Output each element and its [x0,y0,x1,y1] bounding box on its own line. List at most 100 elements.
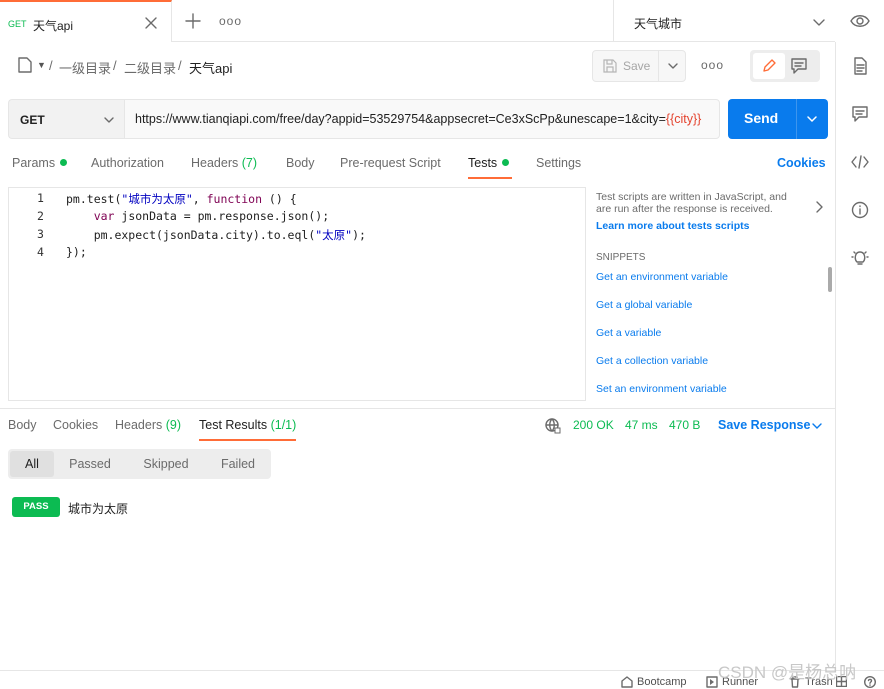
tab-prerequest[interactable]: Pre-request Script [340,156,441,170]
url-text: https://www.tianqiapi.com/free/day?appid… [135,112,666,126]
resp-tab-headers[interactable]: Headers (9) [115,418,181,432]
pane-divider[interactable] [0,408,835,409]
code-line: pm.test("城市为太原", function () { [66,191,297,207]
filter-failed[interactable]: Failed [212,449,264,479]
code-token: "太原" [315,228,353,242]
runner-icon [706,676,718,688]
breadcrumb-current[interactable]: 天气api [189,58,232,77]
code-token: ); [352,228,366,242]
status-code[interactable]: 200 OK [573,418,614,432]
snippets-description: Test scripts are written in JavaScript, … [596,191,787,215]
snippet-link[interactable]: Set an environment variable [596,383,727,395]
filter-all[interactable]: All [10,451,54,477]
watermark: CSDN @是杨总呐 [718,663,857,682]
chevron-down-icon[interactable] [667,60,679,72]
tab-params[interactable]: Params [12,156,68,170]
comment-icon[interactable] [851,105,869,123]
close-icon[interactable] [144,16,158,30]
chevron-down-icon [813,19,825,26]
code-token: , [192,192,207,206]
chevron-down-icon[interactable] [806,113,818,125]
code-token: () { [262,192,297,206]
status-dot [502,159,510,166]
info-icon[interactable] [851,201,869,219]
url-input[interactable]: https://www.tianqiapi.com/free/day?appid… [124,99,720,139]
breadcrumb-separator: / [178,58,182,73]
right-sidebar [835,42,884,670]
resp-tab-test-results-count: (1/1) [270,418,297,432]
scrollbar[interactable] [828,267,832,292]
filter-skipped[interactable]: Skipped [134,449,198,479]
line-number: 3 [37,227,44,241]
request-tab-method: GET [8,19,27,29]
snippet-link[interactable]: Get an environment variable [596,271,728,283]
tab-headers[interactable]: Headers (7) [191,156,257,170]
document-icon[interactable] [851,57,869,75]
code-line: }); [66,245,87,259]
save-icon [603,59,617,73]
test-result-name: 城市为太原 [68,502,129,516]
help-icon[interactable] [864,676,876,688]
snippet-link[interactable]: Get a collection variable [596,355,708,367]
plus-icon[interactable] [184,12,202,30]
code-token: "城市为太原" [121,192,193,206]
resp-tab-headers-count: (9) [165,418,182,432]
lightbulb-icon[interactable] [851,249,869,267]
edit-mode-button[interactable] [753,53,785,79]
tab-authorization[interactable]: Authorization [91,156,164,170]
url-variable: {{city}} [665,112,702,126]
filter-passed[interactable]: Passed [60,449,120,479]
method-value: GET [20,113,45,127]
save-response-button[interactable]: Save Response [718,418,810,432]
chevron-down-icon[interactable] [811,420,823,432]
environment-name: 天气城市 [634,17,683,31]
resp-tab-headers-label: Headers [115,418,163,432]
code-token: jsonData = pm.response.json(); [114,209,330,223]
breadcrumb-level1[interactable]: 一级目录 [59,58,111,77]
snippet-link[interactable]: Get a variable [596,327,661,339]
learn-more-link[interactable]: Learn more about tests scripts [596,220,749,232]
resp-tab-test-results[interactable]: Test Results (1/1) [199,418,296,432]
send-button[interactable]: Send [728,99,828,139]
caret-down-icon[interactable]: ▼ [37,60,46,70]
test-filter-group: All Passed Skipped Failed [8,449,271,479]
request-tab[interactable]: GET 天气api [0,0,172,42]
resp-tab-body[interactable]: Body [8,418,37,432]
breadcrumb-separator: / [49,58,53,73]
code-token: pm.expect(jsonData.city).to.eql( [66,228,316,242]
breadcrumb-separator: / [113,58,117,73]
snippets-heading: SNIPPETS [596,252,646,263]
more-actions-button[interactable]: ooo [701,58,724,72]
code-token: function [206,192,262,206]
tab-headers-label: Headers [191,156,239,170]
chevron-right-icon[interactable] [813,200,825,214]
comment-mode-icon[interactable] [789,56,809,76]
chevron-down-icon [104,117,114,123]
response-time[interactable]: 47 ms [625,418,658,432]
send-label: Send [744,110,779,126]
breadcrumb-level2[interactable]: 二级目录 [124,58,176,77]
globe-lock-icon[interactable] [545,418,561,434]
eye-icon[interactable] [850,13,870,29]
save-button[interactable]: Save [593,51,659,81]
environment-select[interactable]: 天气城市 [613,0,835,42]
code-token: pm.test( [66,192,122,206]
snippet-link[interactable]: Get a global variable [596,299,692,311]
tab-body[interactable]: Body [286,156,315,170]
resp-tab-cookies[interactable]: Cookies [53,418,98,432]
status-dot [60,159,68,166]
method-select[interactable]: GET [8,99,124,139]
footer-bootcamp[interactable]: Bootcamp [637,676,687,688]
tab-tests[interactable]: Tests [468,156,510,170]
cookies-link[interactable]: Cookies [777,156,826,170]
code-token: var [93,209,115,223]
test-script-editor[interactable]: 1 2 3 4 pm.test("城市为太原", function () { v… [8,187,586,401]
line-number: 2 [37,209,44,223]
pass-badge: PASS [12,497,60,517]
tab-settings[interactable]: Settings [536,156,581,170]
code-icon[interactable] [851,153,869,171]
response-size[interactable]: 470 B [669,418,700,432]
tab-more-button[interactable]: ooo [219,14,242,28]
resp-tab-test-results-label: Test Results [199,418,268,432]
